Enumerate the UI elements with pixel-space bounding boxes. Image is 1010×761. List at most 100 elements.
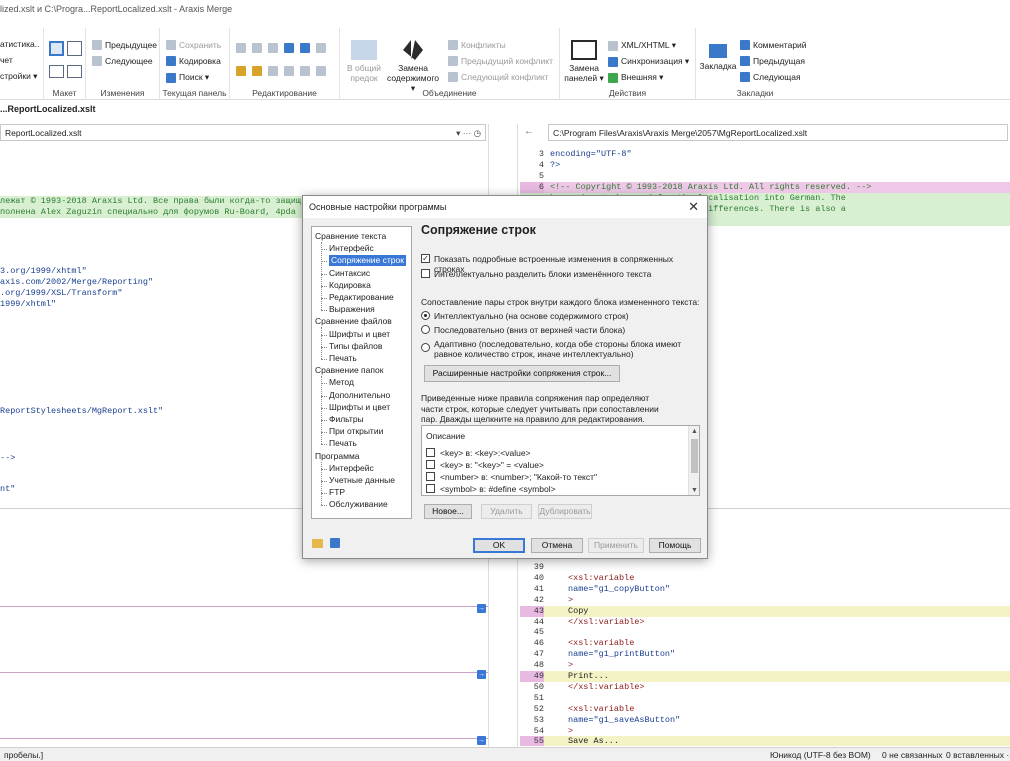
rule-checkbox[interactable] — [426, 472, 435, 481]
next-bookmark-button[interactable]: Следующая — [740, 72, 801, 82]
delete-rule-button[interactable]: Удалить — [481, 504, 532, 519]
replace-content-button[interactable]: Замена содержимого ▾ — [384, 40, 442, 93]
bookmark-button[interactable]: Закладка — [698, 44, 738, 71]
merge-right-arrow-icon[interactable]: → — [477, 736, 486, 745]
undo-icon[interactable] — [284, 43, 294, 53]
tree-item[interactable]: Печать — [329, 438, 357, 449]
encoding-button[interactable]: Кодировка — [166, 56, 221, 66]
radio-sequential-option[interactable]: Последовательно (вниз от верхней части б… — [421, 325, 625, 335]
radio-adaptive-option[interactable]: Адаптивно (последовательно, когда обе ст… — [421, 339, 696, 359]
external-button[interactable]: Внешняя ▾ — [608, 72, 663, 83]
tree-item[interactable]: Обслуживание — [329, 499, 388, 510]
sort-desc-icon[interactable] — [252, 66, 262, 76]
tree-item[interactable]: Фильтры — [329, 414, 364, 425]
tree-item[interactable]: Типы файлов — [329, 341, 382, 352]
indent-icon[interactable] — [268, 66, 278, 76]
rule-item[interactable]: <key> в: "<key>" = <value> — [426, 459, 544, 470]
left-path-field[interactable]: ReportLocalized.xslt ▾ ··· ◷ — [0, 124, 486, 141]
tree-item[interactable]: Выражения — [329, 304, 375, 315]
tree-item[interactable]: Метод — [329, 377, 354, 388]
swap-panels-button[interactable]: Замена панелей ▾ — [564, 40, 604, 83]
tree-item[interactable]: При открытии — [329, 426, 383, 437]
tree-item[interactable]: Интерфейс — [329, 243, 374, 254]
copy-icon[interactable] — [236, 43, 246, 53]
tree-category[interactable]: Сравнение папок — [315, 365, 383, 376]
conflicts-button[interactable]: Конфликты — [448, 40, 506, 50]
radio-smart-option[interactable]: Интеллектуально (на основе содержимого с… — [421, 311, 629, 321]
right-path-field[interactable]: C:\Program Files\Araxis\Araxis Merge\205… — [548, 124, 1008, 141]
layout-horizontal-icon[interactable] — [49, 65, 64, 78]
tree-item[interactable]: Кодировка — [329, 280, 371, 291]
align-icon[interactable] — [300, 66, 310, 76]
common-ancestor-button[interactable]: В общий предок — [344, 40, 384, 83]
comment-button[interactable]: Комментарий — [740, 40, 807, 50]
left-path-controls[interactable]: ▾ ··· ◷ — [456, 128, 481, 139]
layout-two-pane-icon[interactable] — [49, 41, 64, 56]
ribbon-report[interactable]: чет — [0, 55, 13, 65]
cancel-button[interactable]: Отмена — [531, 538, 583, 553]
swap-arrow-icon[interactable]: ← — [524, 126, 534, 137]
tree-item[interactable]: Интерфейс — [329, 463, 374, 474]
rule-checkbox[interactable] — [426, 484, 435, 493]
prev-bookmark-button[interactable]: Предыдущая — [740, 56, 805, 66]
apply-button[interactable]: Применить — [588, 538, 644, 553]
rule-item[interactable]: <number> в: <number>; "Какой-то текст" — [426, 471, 597, 482]
save-settings-icon[interactable] — [330, 538, 340, 548]
open-folder-icon[interactable] — [312, 539, 323, 548]
prev-change-button[interactable]: Предыдущее — [92, 40, 157, 50]
sort-asc-icon[interactable] — [236, 66, 246, 76]
ok-button[interactable]: OK — [473, 538, 525, 553]
split-blocks-checkbox[interactable] — [421, 269, 430, 278]
rule-checkbox[interactable] — [426, 448, 435, 457]
show-detailed-changes-checkbox[interactable]: ✓ — [421, 254, 430, 263]
rule-checkbox[interactable] — [426, 460, 435, 469]
ribbon-statistics[interactable]: атистика.. — [0, 39, 39, 49]
rules-scrollbar[interactable]: ▲ ▼ — [688, 426, 699, 495]
settings-tree[interactable]: Сравнение текста Интерфейс Сопряжение стро… — [311, 226, 412, 519]
tree-item[interactable]: Сопряжение строк — [329, 255, 406, 267]
scroll-down-icon[interactable]: ▼ — [691, 487, 698, 494]
merge-right-arrow-icon[interactable]: → — [477, 604, 486, 613]
tree-item[interactable]: FTP — [329, 487, 345, 498]
rules-list[interactable]: Описание <key> в: <key>:<value> <key> в: … — [421, 425, 700, 496]
new-rule-button[interactable]: Новое... — [424, 504, 472, 519]
radio-smart[interactable] — [421, 311, 430, 320]
split-blocks-option[interactable]: Интеллектуально разделить блоки изменённ… — [421, 269, 651, 279]
tree-item[interactable]: Учетные данные — [329, 475, 395, 486]
help-button[interactable]: Помощь — [649, 538, 701, 553]
prev-conflict-button[interactable]: Предыдущий конфликт — [448, 56, 553, 66]
tree-category[interactable]: Сравнение файлов — [315, 316, 392, 327]
redo-icon[interactable] — [300, 43, 310, 53]
tree-category[interactable]: Программа — [315, 451, 360, 462]
rules-scroll-thumb[interactable] — [691, 439, 698, 473]
tree-category[interactable]: Сравнение текста — [315, 231, 386, 242]
tree-item[interactable]: Синтаксис — [329, 268, 370, 279]
rule-item[interactable]: <symbol> в: #define <symbol> — [426, 483, 556, 494]
merge-right-arrow-icon[interactable]: → — [477, 670, 486, 679]
paste-icon[interactable] — [268, 43, 278, 53]
tree-item[interactable]: Шрифты и цвет — [329, 402, 390, 413]
outdent-icon[interactable] — [284, 66, 294, 76]
tree-item[interactable]: Дополнительно — [329, 390, 390, 401]
save-button[interactable]: Сохранить — [166, 40, 221, 50]
next-conflict-button[interactable]: Следующий конфликт — [448, 72, 549, 82]
advanced-matching-button[interactable]: Расширенные настройки сопряжения строк..… — [424, 365, 620, 382]
select-icon[interactable] — [316, 43, 326, 53]
layout-three-pane-icon[interactable] — [67, 41, 82, 56]
tree-item[interactable]: Редактирование — [329, 292, 394, 303]
ribbon-settings[interactable]: стройки ▾ — [0, 71, 37, 82]
tree-item[interactable]: Шрифты и цвет — [329, 329, 390, 340]
tree-item[interactable]: Печать — [329, 353, 357, 364]
scroll-up-icon[interactable]: ▲ — [691, 428, 698, 435]
status-encoding[interactable]: Юникод (UTF-8 без BOM) — [770, 750, 871, 760]
cut-icon[interactable] — [252, 43, 262, 53]
next-change-button[interactable]: Следующее — [92, 56, 153, 66]
rule-item[interactable]: <key> в: <key>:<value> — [426, 447, 531, 458]
search-button[interactable]: Поиск ▾ — [166, 72, 209, 83]
format-icon[interactable] — [316, 66, 326, 76]
xml-xhtml-button[interactable]: XML/XHTML ▾ — [608, 40, 676, 51]
layout-vertical-icon[interactable] — [67, 65, 82, 78]
radio-adaptive[interactable] — [421, 343, 430, 352]
sync-button[interactable]: Синхронизация ▾ — [608, 56, 689, 67]
close-icon[interactable]: ✕ — [688, 199, 699, 215]
